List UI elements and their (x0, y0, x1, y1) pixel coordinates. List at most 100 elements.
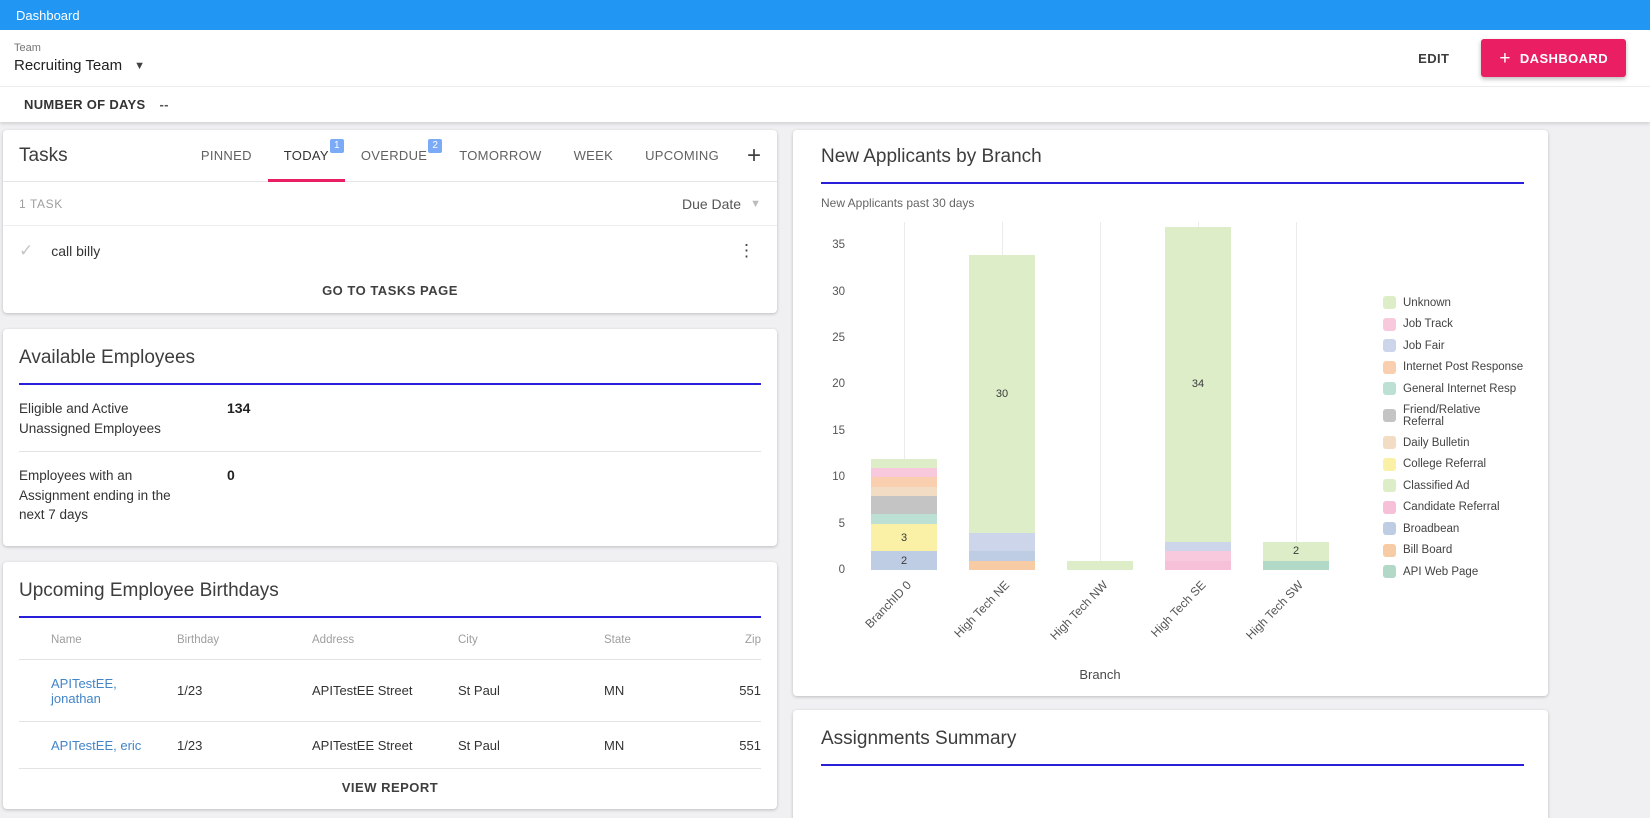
tab-overdue-label: OVERDUE (360, 148, 428, 163)
bar-segment-job-fair[interactable] (1165, 542, 1231, 552)
column-header-zip[interactable]: Zip (696, 617, 761, 660)
metric-row-ending: Employees with an Assignment ending in t… (19, 452, 761, 538)
stacked-bar[interactable] (1067, 560, 1133, 570)
task-complete-checkbox[interactable]: ✓ (19, 241, 33, 261)
go-to-tasks-page-button[interactable]: GO TO TASKS PAGE (322, 283, 458, 298)
chart-title: New Applicants by Branch (821, 146, 1042, 167)
add-dashboard-button[interactable]: + DASHBOARD (1481, 39, 1626, 77)
chart-area: 0 5 10 15 20 25 30 35 2 3 BranchID 0 30 High Tech N… (821, 222, 1524, 643)
stacked-bar[interactable]: 2 (1263, 542, 1329, 570)
bar-segment-unknown[interactable] (871, 458, 937, 469)
legend-label: Internet Post Response (1403, 361, 1524, 373)
bar-segment-unknown[interactable]: 34 (1165, 226, 1231, 543)
stacked-bar[interactable]: 30 (969, 254, 1035, 570)
plus-icon: + (1499, 47, 1511, 69)
edit-button[interactable]: EDIT (1418, 51, 1449, 66)
view-report-button[interactable]: VIEW REPORT (342, 780, 439, 795)
tab-week-label: WEEK (573, 148, 614, 163)
stacked-bar[interactable]: 34 (1165, 226, 1231, 570)
bar-segment-job-fair[interactable] (969, 532, 1035, 552)
legend-swatch (1383, 296, 1396, 309)
stacked-bar[interactable]: 23 (871, 458, 937, 570)
state-cell: MN (596, 659, 696, 722)
tab-today[interactable]: TODAY 1 (268, 130, 345, 182)
legend-label: Bill Board (1403, 544, 1453, 556)
tab-overdue[interactable]: OVERDUE 2 (345, 130, 443, 182)
chart-y-axis: 0 5 10 15 20 25 30 35 (821, 222, 855, 576)
add-dashboard-label: DASHBOARD (1519, 50, 1608, 66)
number-of-days-bar[interactable]: NUMBER OF DAYS -- (0, 86, 1650, 122)
legend-label: API Web Page (1403, 565, 1479, 578)
x-tick-label: High Tech NW (1046, 578, 1111, 643)
column-header-address[interactable]: Address (304, 617, 450, 660)
bar-segment-job-track[interactable] (871, 468, 937, 478)
legend-swatch (1383, 360, 1396, 374)
legend-label: Job Track (1403, 318, 1453, 330)
bar-segment-college-referral[interactable]: 3 (871, 523, 937, 552)
city-cell: St Paul (450, 659, 596, 722)
column-header-state[interactable]: State (596, 617, 696, 660)
tab-week[interactable]: WEEK (558, 130, 629, 182)
main-content: Tasks PINNED TODAY 1 OVERDUE 2 TOMORROW (0, 122, 1650, 818)
tab-overdue-badge: 2 (428, 138, 443, 153)
column-header-birthday[interactable]: Birthday (169, 617, 304, 660)
zip-cell: 551 (696, 659, 761, 722)
bar-segment-unknown[interactable] (1067, 560, 1133, 570)
metric-label: Employees with an Assignment ending in t… (19, 468, 171, 523)
legend-item: API Web Page (1383, 565, 1524, 578)
y-tick-label: 0 (838, 564, 845, 576)
bar-segment-unknown[interactable]: 2 (1263, 542, 1329, 561)
team-selector[interactable]: Team Recruiting Team ▼ (14, 42, 145, 74)
x-tick-label: BranchID 0 (862, 578, 915, 631)
column-header-name[interactable]: Name (19, 617, 169, 660)
tab-upcoming[interactable]: UPCOMING (629, 130, 735, 182)
legend-swatch (1383, 382, 1396, 395)
legend-swatch (1383, 543, 1396, 557)
bar-segment-broadbean[interactable] (969, 551, 1035, 561)
metric-row-eligible: Eligible and Active Unassigned Employees… (19, 385, 761, 453)
legend-item: Candidate Referral (1383, 500, 1524, 514)
bar-segment-broadbean[interactable]: 2 (871, 551, 937, 570)
table-row[interactable]: APITestEE, eric 1/23 APITestEE Street St… (19, 721, 761, 769)
metric-value: 0 (227, 467, 235, 484)
sort-dropdown[interactable]: Due Date ▼ (682, 196, 761, 212)
x-tick-label: High Tech SW (1243, 578, 1307, 643)
employee-name-link[interactable]: APITestEE, eric (19, 721, 169, 769)
bar-segment-job-track[interactable] (1165, 551, 1231, 561)
chevron-down-icon: ▼ (134, 59, 145, 72)
bar-segment-unknown[interactable]: 30 (969, 254, 1035, 533)
employee-name-link[interactable]: APITestEE, jonathan (19, 659, 169, 722)
card-rule (821, 182, 1524, 184)
column-header-city[interactable]: City (450, 617, 596, 660)
table-row[interactable]: APITestEE, jonathan 1/23 APITestEE Stree… (19, 659, 761, 722)
legend-label: General Internet Resp (1403, 382, 1517, 395)
bar-segment-friend-relative-referral[interactable] (871, 495, 937, 515)
tab-tomorrow[interactable]: TOMORROW (443, 130, 557, 182)
add-tab-icon[interactable]: + (747, 143, 761, 168)
state-cell: MN (596, 721, 696, 769)
task-menu-icon[interactable]: ⋮ (732, 241, 761, 261)
bar-segment-candidate-referral[interactable] (1165, 560, 1231, 570)
task-row: ✓ call billy ⋮ (3, 226, 777, 276)
birthdays-footer: VIEW REPORT (3, 769, 777, 809)
legend-swatch (1383, 565, 1396, 578)
available-employees-title: Available Employees (19, 347, 196, 368)
x-tick-label: High Tech NE (951, 578, 1013, 641)
bar-segment-internet-post-response[interactable] (871, 477, 937, 487)
legend-label: Friend/Relative Referral (1403, 403, 1481, 428)
bar-segment-bill-board[interactable] (969, 560, 1035, 570)
tab-today-badge: 1 (329, 138, 344, 153)
tasks-subrow: 1 TASK Due Date ▼ (3, 182, 777, 226)
legend-item: Job Fair (1383, 339, 1524, 352)
sort-label: Due Date (681, 195, 742, 212)
bar-segment-general-internet-resp[interactable] (871, 514, 937, 524)
birthdays-title: Upcoming Employee Birthdays (19, 579, 279, 601)
tab-upcoming-label: UPCOMING (645, 148, 719, 163)
number-of-days-value: -- (159, 97, 169, 112)
tab-pinned[interactable]: PINNED (185, 130, 268, 182)
bar-segment-daily-bulletin[interactable] (871, 486, 937, 496)
legend-swatch (1383, 479, 1396, 492)
bar-segment-api-web-page[interactable] (1263, 560, 1329, 570)
birthdays-table: Name Birthday Address City State Zip API… (19, 617, 761, 769)
bar-slot: 34 High Tech SE (1148, 222, 1247, 640)
